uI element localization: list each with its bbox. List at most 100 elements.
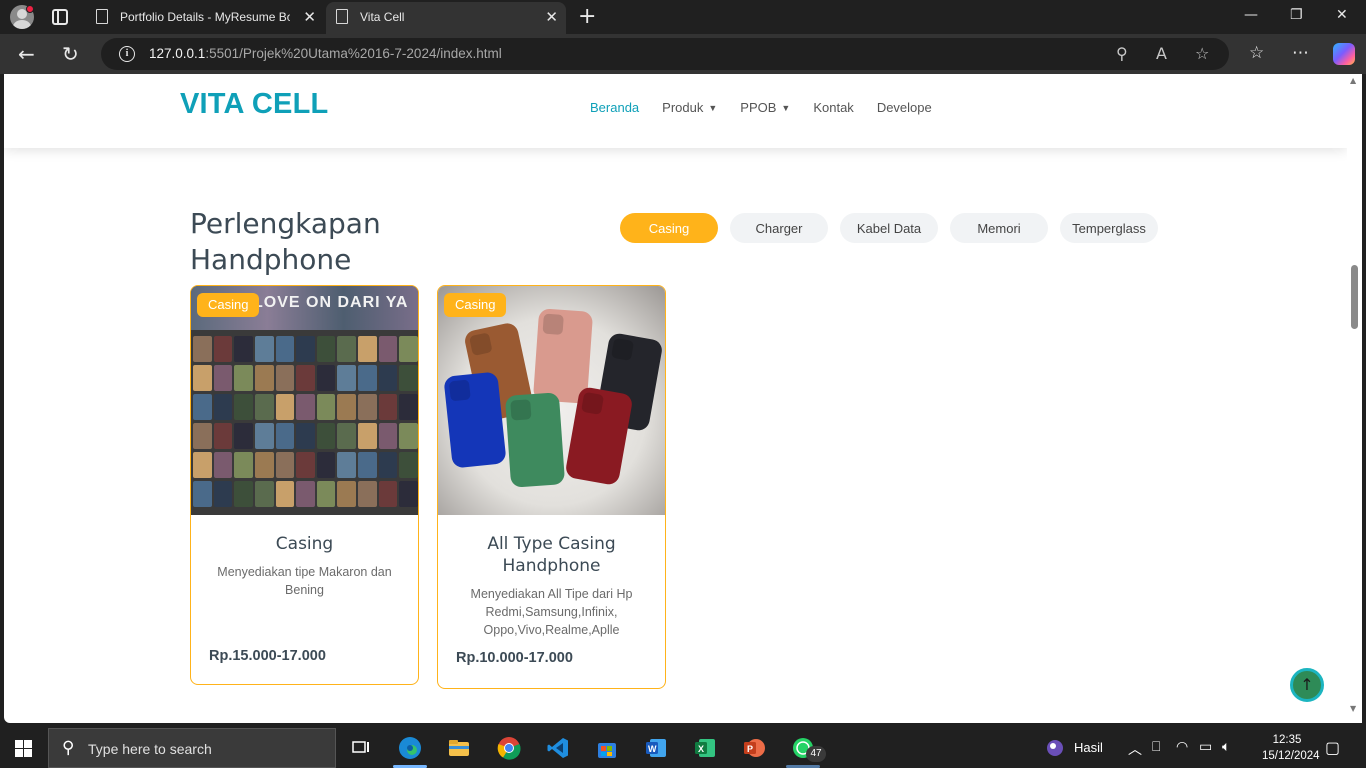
page-scrollbar[interactable]: ▲ ▼ [1347,74,1362,723]
tab-vita-cell[interactable]: Vita Cell ✕ [326,2,566,34]
rack-case-item [193,423,212,449]
product-image-cases: Casing [438,286,665,515]
product-image-rack: LOVE ON DARI YA Casing [191,286,418,515]
rack-case-item [213,336,233,362]
rack-case-item [316,423,336,449]
microsoft-store-icon[interactable] [595,736,619,760]
rack-case-item [399,452,418,478]
rack-case-item [193,452,212,478]
rack-case-item [399,481,418,507]
read-aloud-icon[interactable]: A [1156,44,1167,63]
word-icon[interactable]: W [644,736,668,760]
rack-case-item [378,394,398,420]
scroll-down-arrow-icon[interactable]: ▼ [1350,704,1356,713]
copilot-icon[interactable] [1333,43,1355,65]
filter-memori[interactable]: Memori [950,213,1048,243]
section-title: Perlengkapan Handphone [190,207,381,276]
product-card-casing[interactable]: LOVE ON DARI YA Casing Casing Menyediaka… [190,285,419,685]
rack-case-item [296,423,315,449]
rack-case-item [378,452,398,478]
nav-item-develope[interactable]: Develope [877,100,932,115]
filter-temperglass[interactable]: Temperglass [1060,213,1158,243]
favorite-star-icon[interactable]: ☆ [1195,44,1209,63]
vscode-icon[interactable] [546,736,570,760]
device-icon[interactable]: ⎕ [1152,739,1160,755]
site-info-icon[interactable]: i [119,46,135,62]
notification-icon[interactable]: ▢ [1325,738,1340,757]
filter-kabel-data[interactable]: Kabel Data [840,213,938,243]
windows-start-icon[interactable] [15,740,32,757]
battery-icon[interactable]: ▭ [1199,739,1212,755]
refresh-icon[interactable]: ↻ [62,42,79,66]
tab-close-icon[interactable]: ✕ [303,8,316,26]
rack-case-item [358,336,377,362]
product-card-all-type-casing[interactable]: Casing All Type Casing Handphone Menyedi… [437,285,666,689]
zoom-icon[interactable]: ⚲ [1116,44,1128,63]
volume-icon[interactable]: 🔈︎ [1222,739,1230,755]
rack-case-item [254,481,274,507]
excel-icon[interactable]: X [693,736,717,760]
tab-portfolio-details[interactable]: Portfolio Details - MyResume Boo ✕ [86,0,324,34]
favorites-list-icon[interactable]: ☆ [1249,43,1264,63]
rack-case-item [213,423,233,449]
minimize-button[interactable]: — [1244,7,1258,23]
nav-item-kontak[interactable]: Kontak [813,100,853,115]
rack-case-item [337,394,357,420]
weather-label[interactable]: Hasil [1074,740,1103,755]
filter-casing[interactable]: Casing [620,213,718,243]
more-menu-icon[interactable]: ⋯ [1292,43,1309,63]
new-tab-button[interactable]: + [578,4,596,29]
product-name: All Type Casing Handphone [487,534,616,576]
chevron-down-icon: ▼ [708,102,718,113]
address-bar[interactable]: i 127.0.0.1:5501/Projek%20Utama%2016-7-2… [101,38,1229,70]
url-text[interactable]: 127.0.0.1:5501/Projek%20Utama%2016-7-202… [149,46,502,61]
svg-text:W: W [648,744,657,754]
maximize-button[interactable]: ❐ [1290,7,1303,23]
nav-item-ppob[interactable]: PPOB ▼ [740,100,790,115]
rack-case-item [234,394,253,420]
wifi-icon[interactable]: ◠ [1176,739,1188,755]
site-logo[interactable]: VITA CELL [180,88,328,121]
task-view-icon[interactable] [349,736,373,760]
edge-browser-icon[interactable] [398,736,422,760]
back-arrow-icon[interactable]: ← [18,42,35,66]
taskbar-search-box[interactable]: ⚲ Type here to search [48,728,336,768]
rack-case-item [316,336,336,362]
tab-close-icon[interactable]: ✕ [545,8,558,26]
rack-case-item [296,336,315,362]
rack-case-item [213,365,233,391]
weather-icon[interactable] [1043,736,1067,760]
rack-case-item [378,336,398,362]
site-header: VITA CELL Beranda Produk ▼ PPOB ▼ Kontak D… [4,74,1347,148]
windows-taskbar: ⚲ Type here to search W X P 47 Hasil ︿ ⎕… [0,728,1366,768]
rack-case-item [399,423,418,449]
rack-case-item [378,365,398,391]
show-hidden-icons-chevron-icon[interactable]: ︿ [1128,739,1142,759]
rack-case-item [275,452,295,478]
rack-case-item [358,452,377,478]
file-explorer-icon[interactable] [447,736,471,760]
rack-case-item [399,394,418,420]
rack-case-item [358,365,377,391]
rack-case-item [193,336,212,362]
rack-case-item [337,423,357,449]
close-window-button[interactable]: ✕ [1336,7,1348,23]
nav-item-beranda[interactable]: Beranda [590,100,639,115]
scrollbar-thumb[interactable] [1351,265,1358,329]
tab-actions-icon[interactable] [52,9,68,25]
rack-case-item [234,336,253,362]
scroll-up-arrow-icon[interactable]: ▲ [1350,76,1356,85]
powerpoint-icon[interactable]: P [742,736,766,760]
rack-case-item [316,365,336,391]
rack-case-item [337,336,357,362]
rack-case-item [378,423,398,449]
chrome-icon[interactable] [497,736,521,760]
nav-item-produk[interactable]: Produk ▼ [662,100,717,115]
filter-charger[interactable]: Charger [730,213,828,243]
svg-text:P: P [747,744,753,754]
rack-case-item [358,481,377,507]
image-caption: LOVE ON DARI YA [253,294,409,311]
rack-case-item [296,365,315,391]
system-clock[interactable]: 12:35 15/12/2024 [1262,732,1320,764]
back-to-top-button[interactable]: ↑ [1290,668,1324,702]
